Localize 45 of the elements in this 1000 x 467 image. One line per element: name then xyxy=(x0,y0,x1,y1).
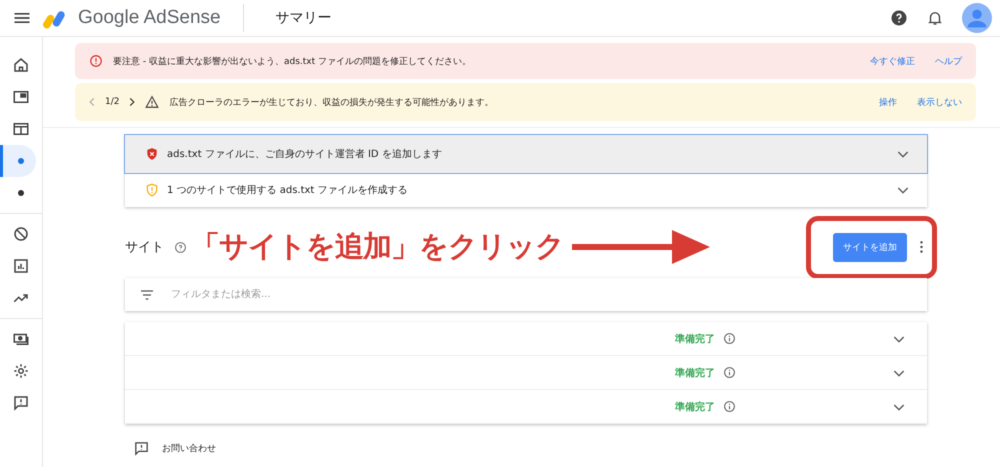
warning-icon xyxy=(145,95,160,109)
status-text: 準備完了 xyxy=(675,366,715,380)
section-title: サイト xyxy=(125,239,164,256)
feedback-icon[interactable] xyxy=(133,440,150,457)
ad-unit-icon xyxy=(12,88,30,106)
alert-link[interactable]: 表示しない xyxy=(917,96,962,108)
info-icon[interactable] xyxy=(723,332,736,345)
add-site-button[interactable]: サイトを追加 xyxy=(833,232,907,262)
layout-icon xyxy=(12,120,30,138)
alert-link[interactable]: ヘルプ xyxy=(935,54,962,68)
contact-link[interactable]: お問い合わせ xyxy=(162,442,216,455)
notifications-icon[interactable] xyxy=(926,9,944,27)
checklist-item[interactable]: 1 つのサイトで使用する ads.txt ファイルを作成する xyxy=(125,173,927,207)
alert-message: 要注意 - 収益に重大な影響が出ないよう、ads.txt ファイルの問題を修正してください。 xyxy=(113,56,471,68)
annotation-text: 「サイトを追加」をクリック xyxy=(191,228,564,265)
more-icon[interactable] xyxy=(919,240,924,254)
info-icon[interactable] xyxy=(723,400,736,413)
feedback-icon xyxy=(12,394,30,412)
nav-item[interactable] xyxy=(0,145,36,177)
next-icon[interactable] xyxy=(129,97,136,107)
status-text: 準備完了 xyxy=(675,332,715,346)
page-title: サマリー xyxy=(276,9,332,27)
checklist-item[interactable]: ads.txt ファイルに、ご自身のサイト運営者 ID を追加します xyxy=(125,135,927,173)
home-icon xyxy=(12,56,30,74)
checklist-text: ads.txt ファイルに、ご自身のサイト運営者 ID を追加します xyxy=(167,148,442,161)
dot-icon xyxy=(18,190,24,196)
settings-icon xyxy=(12,362,30,380)
pager-count: 1/2 xyxy=(105,97,120,107)
dot-icon xyxy=(18,158,24,164)
error-icon xyxy=(89,54,103,68)
status-text: 準備完了 xyxy=(675,400,715,414)
info-icon[interactable] xyxy=(723,366,736,379)
avatar-icon[interactable] xyxy=(962,3,992,33)
alert-link[interactable]: 今すぐ修正 xyxy=(870,54,915,68)
shield-icon xyxy=(145,147,159,161)
warning-shield-icon xyxy=(145,183,159,197)
bar-chart-icon xyxy=(12,257,30,275)
checklist-text: 1 つのサイトで使用する ads.txt ファイルを作成する xyxy=(167,184,408,197)
filter-field[interactable]: フィルタまたは検索... xyxy=(169,288,927,301)
help-icon[interactable] xyxy=(890,9,908,27)
app-name: Google AdSense xyxy=(78,7,221,29)
alert-link[interactable]: 操作 xyxy=(879,96,897,108)
alert-message: 広告クローラのエラーが生じており、収益の損失が発生する可能性があります。 xyxy=(169,96,494,108)
help-icon[interactable] xyxy=(174,240,187,254)
blocked-icon xyxy=(12,225,30,243)
